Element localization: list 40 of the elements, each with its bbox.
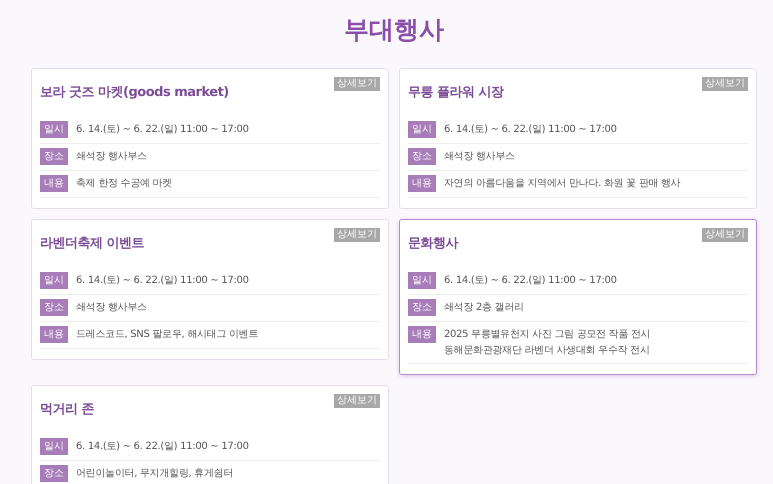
row-label: 일시 [408, 272, 436, 289]
row-value: 축제 한정 수공예 마켓 [76, 177, 172, 191]
card-title: 라벤더축제 이벤트 [40, 235, 144, 252]
card-title: 보라 굿즈 마켓(goods market) [40, 84, 229, 101]
row-label: 장소 [40, 465, 68, 482]
row-value: 드레스코드, SNS 팔로우, 해시태그 이벤트 [76, 328, 258, 342]
row-value: 쇄석장 행사부스 [444, 150, 515, 164]
row-value: 6. 14.(토) ~ 6. 22.(일) 11:00 ~ 17:00 [76, 123, 249, 137]
row-label: 내용 [40, 175, 68, 192]
row-label: 내용 [40, 326, 68, 343]
row-value: 6. 14.(토) ~ 6. 22.(일) 11:00 ~ 17:00 [444, 123, 617, 137]
card-title: 먹거리 존 [40, 401, 94, 418]
row-value: 쇄석장 2층 갤러리 [444, 301, 524, 315]
details-button[interactable]: 상세보기 [702, 228, 748, 242]
row-label: 일시 [40, 438, 68, 455]
details-button[interactable]: 상세보기 [334, 394, 380, 408]
row-label: 일시 [40, 121, 68, 138]
row-label: 장소 [408, 299, 436, 316]
row-label: 내용 [408, 175, 436, 192]
row-value: 6. 14.(토) ~ 6. 22.(일) 11:00 ~ 17:00 [76, 274, 249, 288]
row-value: 6. 14.(토) ~ 6. 22.(일) 11:00 ~ 17:00 [76, 440, 249, 454]
row-label: 내용 [408, 326, 436, 343]
row-label: 장소 [40, 148, 68, 165]
row-value: 6. 14.(토) ~ 6. 22.(일) 11:00 ~ 17:00 [444, 274, 617, 288]
card-title: 문화행사 [408, 235, 458, 252]
row-value: 2025 무릉별유천지 사진 그림 공모전 작품 전시 [444, 328, 650, 342]
row-label: 일시 [408, 121, 436, 138]
details-button[interactable]: 상세보기 [702, 77, 748, 91]
row-value: 동해문화관광재단 라벤더 사생대회 우수작 전시 [444, 344, 650, 358]
row-value: 쇄석장 행사부스 [76, 301, 147, 315]
row-value: 자연의 아름다움을 지역에서 만나다. 화원 꽃 판매 행사 [444, 177, 680, 191]
row-value: 쇄석장 행사부스 [76, 150, 147, 164]
details-button[interactable]: 상세보기 [334, 228, 380, 242]
details-button[interactable]: 상세보기 [334, 77, 380, 91]
row-label: 장소 [408, 148, 436, 165]
card-title: 무릉 플라워 시장 [408, 84, 504, 101]
row-label: 일시 [40, 272, 68, 289]
row-value: 어린이놀이터, 무지개힐링, 휴게쉼터 [76, 467, 234, 481]
row-label: 장소 [40, 299, 68, 316]
page-title: 부대행사 [343, 14, 445, 46]
